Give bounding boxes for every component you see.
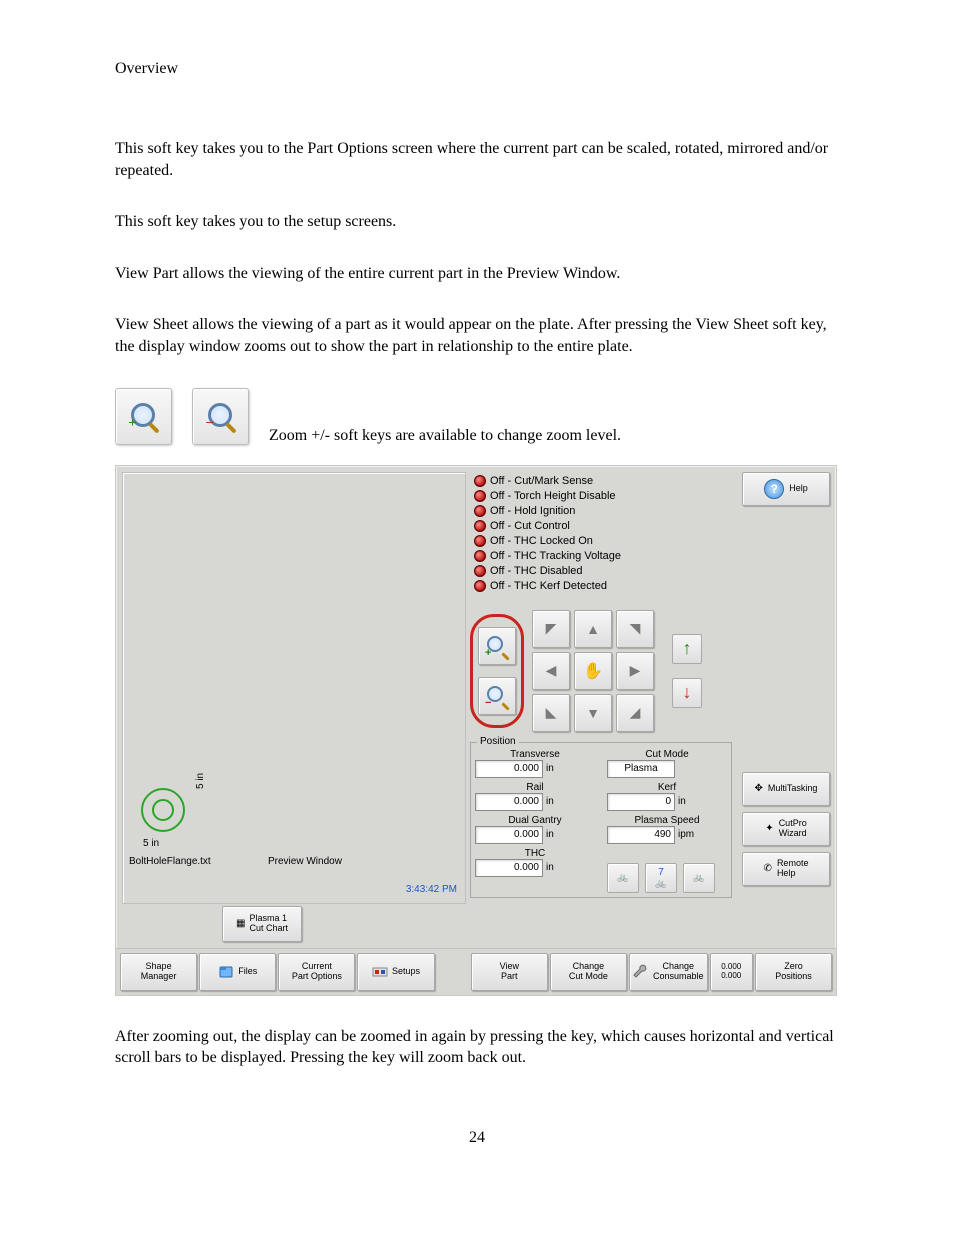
remote-help-button[interactable]: ✆ Remote Help bbox=[742, 852, 830, 886]
zoom-out-icon: − bbox=[208, 403, 234, 429]
pan-downright[interactable]: ◢ bbox=[616, 694, 654, 732]
rail-input[interactable] bbox=[475, 793, 543, 811]
zoom-in-button[interactable]: + bbox=[115, 388, 172, 445]
softkey-zero-positions[interactable]: Zero Positions bbox=[755, 953, 832, 991]
preview-x-scale: 5 in bbox=[143, 838, 159, 849]
zoom-out-mini[interactable]: − bbox=[478, 677, 516, 715]
field-kerf: Kerf in bbox=[607, 782, 727, 811]
pan-down[interactable]: ▼ bbox=[574, 694, 612, 732]
bicycle-icon: 🚲 bbox=[617, 873, 628, 882]
status-item: Off - Cut/Mark Sense bbox=[474, 474, 621, 489]
status-item: Off - Torch Height Disable bbox=[474, 489, 621, 504]
pan-up[interactable]: ▲ bbox=[574, 610, 612, 648]
files-icon bbox=[218, 964, 234, 980]
speed-preset-low[interactable]: 🚲 bbox=[607, 863, 639, 893]
preview-label: Preview Window bbox=[268, 856, 342, 867]
speed-preset-high[interactable]: 🚲 bbox=[683, 863, 715, 893]
position-title: Position bbox=[477, 736, 519, 747]
wrench-icon bbox=[633, 964, 649, 980]
zoom-in-mini[interactable]: + bbox=[478, 627, 516, 665]
status-panel: Off - Cut/Mark Sense Off - Torch Height … bbox=[470, 472, 625, 598]
arrow-up-icon: ↑ bbox=[683, 638, 692, 659]
field-speed: Plasma Speed ipm bbox=[607, 815, 727, 844]
pan-right[interactable]: ▶ bbox=[616, 652, 654, 690]
led-icon bbox=[474, 475, 486, 487]
raise-button[interactable]: ↑ bbox=[672, 634, 702, 664]
para-view-part: View Part allows the viewing of the enti… bbox=[115, 263, 839, 285]
cutchart-button[interactable]: ▦ Plasma 1 Cut Chart bbox=[222, 906, 302, 942]
preview-window: 5 in 5 in BoltHoleFlange.txt Preview Win… bbox=[122, 472, 466, 904]
arrow-down-icon: ↓ bbox=[683, 682, 692, 703]
led-icon bbox=[474, 565, 486, 577]
thc-input[interactable] bbox=[475, 859, 543, 877]
help-icon: ? bbox=[764, 479, 784, 499]
led-icon bbox=[474, 520, 486, 532]
app-screenshot: 5 in 5 in BoltHoleFlange.txt Preview Win… bbox=[115, 465, 837, 996]
pan-left[interactable]: ◀ bbox=[532, 652, 570, 690]
softkey-bar: Shape Manager Files Current Part Options… bbox=[116, 948, 836, 995]
field-rail: Rail in bbox=[475, 782, 595, 811]
field-dualgantry: Dual Gantry in bbox=[475, 815, 595, 844]
zoom-ring: + − bbox=[470, 614, 524, 728]
cutpro-wizard-button[interactable]: ✦ CutPro Wizard bbox=[742, 812, 830, 846]
status-item: Off - Cut Control bbox=[474, 519, 621, 534]
field-thc: THC in bbox=[475, 848, 595, 893]
status-item: Off - Hold Ignition bbox=[474, 504, 621, 519]
preview-filename: BoltHoleFlange.txt bbox=[129, 856, 211, 867]
pan-downleft[interactable]: ◣ bbox=[532, 694, 570, 732]
table-icon: ▦ bbox=[236, 918, 245, 929]
zoom-caption: Zoom +/- soft keys are available to chan… bbox=[269, 427, 621, 445]
status-item: Off - THC Tracking Voltage bbox=[474, 549, 621, 564]
page-number: 24 bbox=[115, 1129, 839, 1147]
kerf-input[interactable] bbox=[607, 793, 675, 811]
clock: 3:43:42 PM bbox=[406, 884, 457, 895]
field-cutmode: Cut Mode bbox=[607, 749, 727, 778]
softkey-setups[interactable]: Setups bbox=[357, 953, 434, 991]
zoom-in-icon: + bbox=[131, 403, 157, 429]
para-view-sheet: View Sheet allows the viewing of a part … bbox=[115, 314, 839, 357]
para-after-zoom: After zooming out, the display can be zo… bbox=[115, 1026, 839, 1069]
pan-center[interactable]: ✋ bbox=[574, 652, 612, 690]
led-icon bbox=[474, 535, 486, 547]
speed-preset-mid[interactable]: 7🚲 bbox=[645, 863, 677, 893]
multitasking-icon: ✥ bbox=[755, 783, 763, 794]
softkey-part-options[interactable]: Current Part Options bbox=[278, 953, 355, 991]
part-drawing-icon bbox=[141, 788, 185, 832]
lower-button[interactable]: ↓ bbox=[672, 678, 702, 708]
pan-pad: ◤ ▲ ◥ ◀ ✋ ▶ ◣ ▼ ◢ bbox=[532, 610, 654, 732]
para-setups: This soft key takes you to the setup scr… bbox=[115, 211, 839, 233]
led-icon bbox=[474, 580, 486, 592]
status-item: Off - THC Kerf Detected bbox=[474, 579, 621, 594]
led-icon bbox=[474, 550, 486, 562]
status-item: Off - THC Locked On bbox=[474, 534, 621, 549]
bicycle-icon: 🚲 bbox=[693, 873, 704, 882]
field-transverse: Transverse in bbox=[475, 749, 595, 778]
help-button[interactable]: ? Help bbox=[742, 472, 830, 506]
preview-y-scale: 5 in bbox=[195, 772, 206, 788]
transverse-input[interactable] bbox=[475, 760, 543, 778]
bicycle-icon: 🚲 bbox=[655, 879, 666, 888]
softkey-change-cutmode[interactable]: Change Cut Mode bbox=[550, 953, 627, 991]
status-item: Off - THC Disabled bbox=[474, 564, 621, 579]
heading: Overview bbox=[115, 60, 839, 78]
led-icon bbox=[474, 505, 486, 517]
pan-upright[interactable]: ◥ bbox=[616, 610, 654, 648]
multitasking-button[interactable]: ✥ MultiTasking bbox=[742, 772, 830, 806]
softkey-shape-manager[interactable]: Shape Manager bbox=[120, 953, 197, 991]
softkey-view-part[interactable]: View Part bbox=[471, 953, 548, 991]
pan-upleft[interactable]: ◤ bbox=[532, 610, 570, 648]
dualgantry-input[interactable] bbox=[475, 826, 543, 844]
softkey-zero-values: 0.000 0.000 bbox=[710, 953, 753, 991]
softkey-files[interactable]: Files bbox=[199, 953, 276, 991]
zoom-out-button[interactable]: − bbox=[192, 388, 249, 445]
setups-icon bbox=[372, 964, 388, 980]
speed-input[interactable] bbox=[607, 826, 675, 844]
cutmode-input[interactable] bbox=[607, 760, 675, 778]
para-part-options: This soft key takes you to the Part Opti… bbox=[115, 138, 839, 181]
led-icon bbox=[474, 490, 486, 502]
softkey-change-consumable[interactable]: Change Consumable bbox=[629, 953, 708, 991]
remote-icon: ✆ bbox=[764, 863, 772, 874]
wizard-icon: ✦ bbox=[765, 823, 773, 834]
